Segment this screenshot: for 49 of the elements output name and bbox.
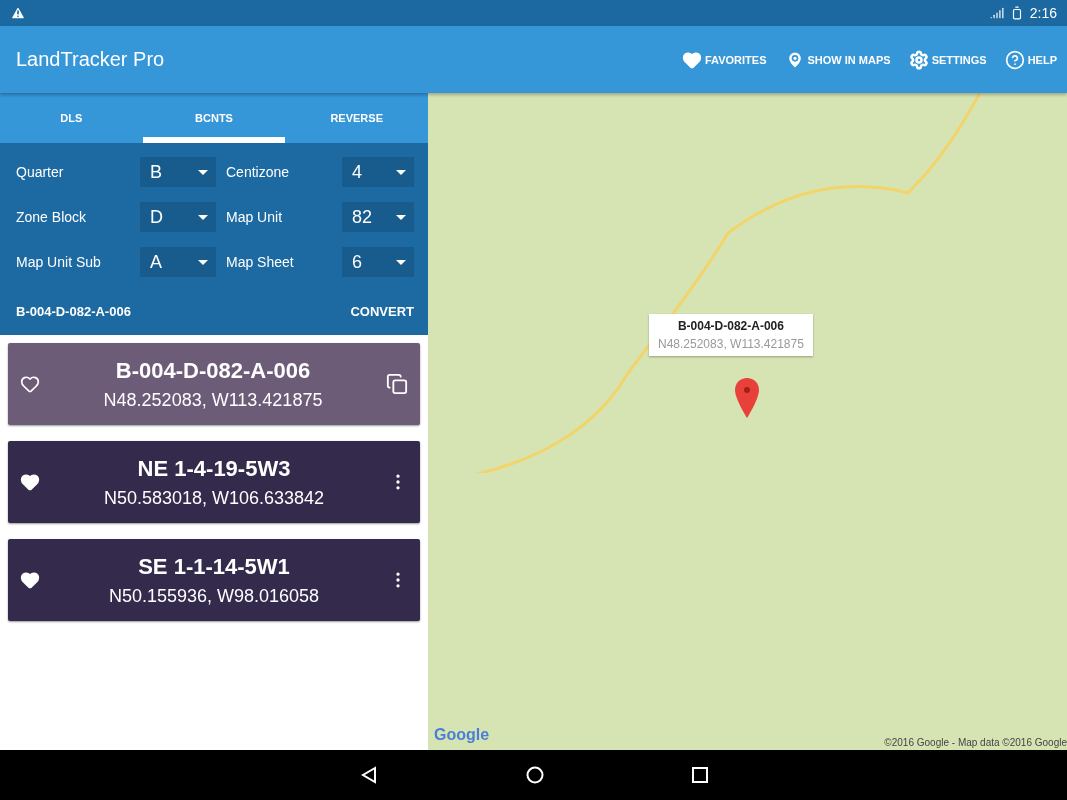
heart-icon[interactable] [20,472,40,492]
heart-icon[interactable] [20,570,40,590]
settings-icon [908,49,929,70]
heart-icon[interactable] [20,374,40,394]
card-title: B-004-D-082-A-006 [115,357,311,384]
result-code: B-004-D-082-A-006 [16,304,131,319]
caret-icon [396,169,406,175]
dropdown[interactable]: 4 [342,157,414,187]
card-title: SE 1-1-14-5W1 [138,553,290,580]
recents-button[interactable] [691,767,708,783]
result-card[interactable]: B-004-D-082-A-006 N48.252083, W113.421875 [8,343,420,425]
field-label: Map Unit Sub [16,254,102,270]
warning-icon [10,5,26,21]
back-button[interactable] [359,766,378,784]
map-logo: Google [434,726,490,744]
caret-icon [396,214,406,220]
dropdown[interactable]: D [140,202,216,232]
map-pin-icon[interactable] [735,378,759,418]
dropdown[interactable]: A [140,247,216,277]
help-icon [1004,49,1025,70]
field-label: Map Unit [226,209,284,225]
result-card[interactable]: SE 1-1-14-5W1 N50.155936, W98.016058 [8,539,420,621]
callout-coordinates: N48.252083, W113.421875 [658,337,804,351]
caret-icon [198,214,208,220]
card-title: NE 1-4-19-5W3 [137,455,291,482]
callout-title: B-004-D-082-A-006 [676,319,785,333]
card-coordinates: N50.583018, W106.633842 [103,487,325,509]
caret-icon [198,169,208,175]
app-title: LandTracker Pro [16,48,166,71]
caret-icon [396,259,406,265]
clock-time: 2:16 [1029,5,1057,21]
field-label: Zone Block [16,209,88,225]
map-view[interactable]: B-004-D-082-A-006 N48.252083, W113.421875 Google ©2016 Google - Map data ©2016 Google [428,93,1067,750]
home-button[interactable] [525,766,544,784]
card-coordinates: N50.155936, W98.016058 [108,585,320,607]
field-label: Quarter [16,164,65,180]
map-attribution: ©2016 Google - Map data ©2016 Google [884,737,1067,748]
dropdown[interactable]: 82 [342,202,414,232]
convert-button[interactable]: CONVERT [350,304,414,319]
copy-icon[interactable] [386,373,408,395]
card-coordinates: N48.252083, W113.421875 [103,389,323,411]
result-card[interactable]: NE 1-4-19-5W3 N50.583018, W106.633842 [8,441,420,523]
dropdown[interactable]: 6 [342,247,414,277]
dropdown[interactable]: B [140,157,216,187]
signal-icon [989,6,1004,20]
caret-icon [198,259,208,265]
field-label: Centizone [226,164,291,180]
heart-icon [682,49,702,70]
field-label: Map Sheet [226,254,295,270]
